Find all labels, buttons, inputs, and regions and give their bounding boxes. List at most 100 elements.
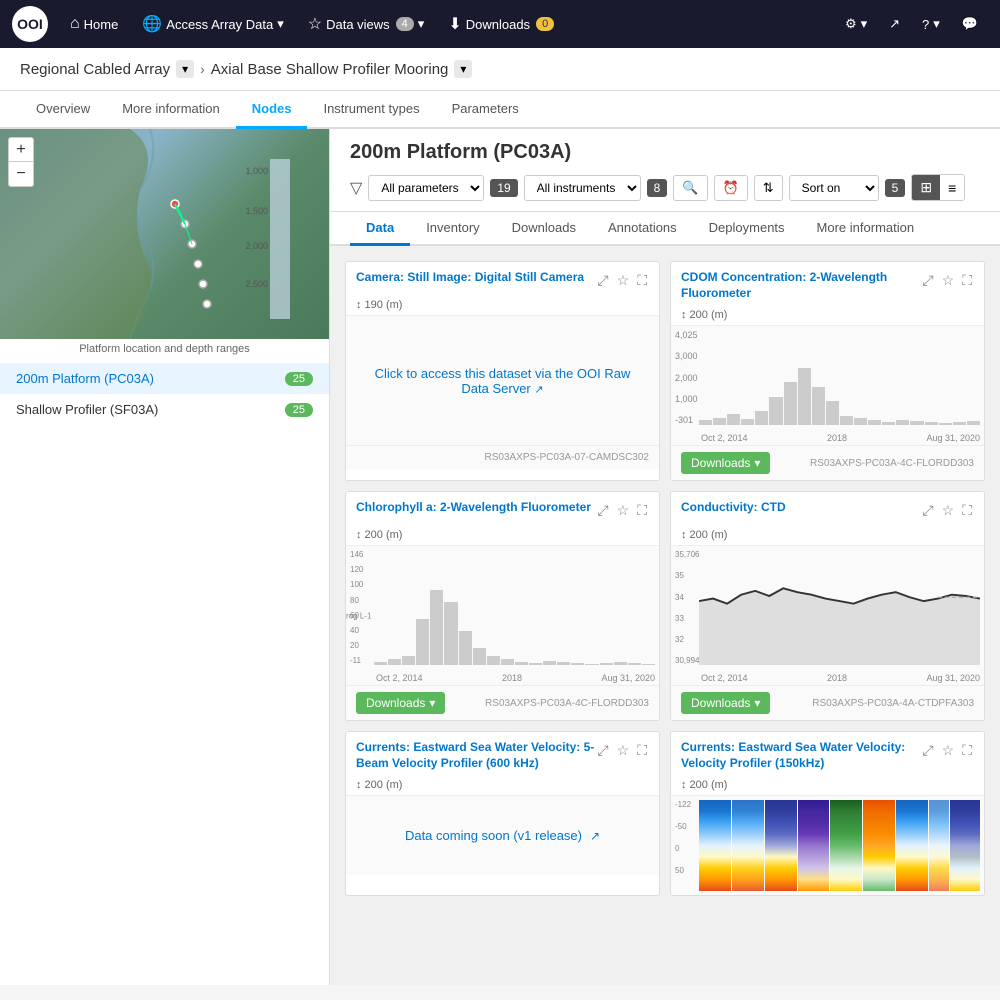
chart-x-axis-cdom: Oct 2, 2014 2018 Aug 31, 2020 (701, 433, 980, 443)
chevron-down-icon-4: ▾ (933, 16, 940, 32)
dataset-footer-camera: RS03AXPS-PC03A-07-CAMDSC302 (346, 445, 659, 469)
chevron-down-icon: ▾ (277, 16, 284, 32)
star-icon: ☆ (308, 14, 322, 34)
dataset-actions-chlorophyll: ⤢ ☆ ⛶ (595, 500, 649, 521)
chart-x-axis-chlorophyll: Oct 2, 2014 2018 Aug 31, 2020 (376, 673, 655, 683)
depth-icon-ctd: ↕ (681, 529, 687, 541)
map-caption: Platform location and depth ranges (0, 339, 329, 359)
platform-name-sf03a: Shallow Profiler (SF03A) (16, 402, 158, 417)
depth-label-cdom: ↕ 200 (m) (671, 309, 984, 325)
dataset-link-camera[interactable]: Click to access this dataset via the OOI… (346, 315, 659, 445)
grid-view-btn[interactable]: ⊞ (912, 175, 940, 200)
content-tab-annotations[interactable]: Annotations (592, 212, 693, 246)
content-tab-data[interactable]: Data (350, 212, 410, 246)
instruments-filter[interactable]: All instruments (524, 175, 641, 201)
dataset-title-cdom: CDOM Concentration: 2-Wavelength Fluorom… (681, 270, 920, 301)
gear-icon: ⚙ (845, 16, 857, 32)
nav-downloads[interactable]: ⬇ Downloads 0 (438, 8, 564, 40)
content-tab-downloads[interactable]: Downloads (496, 212, 592, 246)
map-background: 1,000 1,500 2,000 2,500 (0, 129, 329, 339)
map-zoom-out[interactable]: − (9, 162, 33, 186)
expand-btn-currents-150[interactable]: ⤢ (920, 740, 935, 761)
svg-text:1,500: 1,500 (245, 206, 268, 216)
map-zoom-in[interactable]: + (9, 138, 33, 162)
nav-help[interactable]: ? ▾ (912, 10, 950, 38)
chart-y-axis-currents-150: -122 -50 0 50 (675, 800, 691, 875)
filter-icon: ▽ (350, 178, 362, 198)
tab-more-information[interactable]: More information (106, 91, 236, 129)
content-tab-more-info[interactable]: More information (801, 212, 931, 246)
depth-label-currents-5beam: ↕ 200 (m) (346, 779, 659, 795)
fullscreen-btn-chlorophyll[interactable]: ⛶ (635, 500, 649, 521)
tab-instrument-types[interactable]: Instrument types (307, 91, 435, 129)
chevron-down-icon-chlorophyll: ▾ (429, 696, 435, 710)
expand-btn-cdom[interactable]: ⤢ (920, 270, 935, 291)
dataset-actions-currents-5beam: ⤢ ☆ ⛶ (595, 740, 649, 761)
expand-btn-chlorophyll[interactable]: ⤢ (595, 500, 610, 521)
chart-y-axis-ctd: 35,706 35 34 33 32 30,994 (675, 550, 699, 665)
nav-share[interactable]: ↗ (879, 10, 910, 38)
fullscreen-btn-currents-150[interactable]: ⛶ (960, 740, 974, 761)
nav-settings[interactable]: ⚙ ▾ (835, 10, 877, 38)
tab-overview[interactable]: Overview (20, 91, 106, 129)
expand-btn-ctd[interactable]: ⤢ (920, 500, 935, 521)
content-tab-deployments[interactable]: Deployments (693, 212, 801, 246)
time-button[interactable]: ⏰ (714, 175, 748, 201)
depth-label-camera: ↕ 190 (m) (346, 299, 659, 315)
dataset-card-chlorophyll: Chlorophyll a: 2-Wavelength Fluorometer … (345, 491, 660, 721)
dataset-card-currents-150: Currents: Eastward Sea Water Velocity: V… (670, 731, 985, 896)
star-btn-currents-5beam[interactable]: ☆ (615, 740, 632, 761)
dataset-title-chlorophyll: Chlorophyll a: 2-Wavelength Fluorometer (356, 500, 595, 516)
dataset-footer-chlorophyll: Downloads ▾ RS03AXPS-PC03A-4C-FLORDD303 (346, 685, 659, 720)
nav-home[interactable]: ⌂ Home (60, 9, 128, 39)
platform-item-sf03a[interactable]: Shallow Profiler (SF03A) 25 (0, 394, 329, 425)
star-btn-chlorophyll[interactable]: ☆ (615, 500, 632, 521)
platform-item-pc03a[interactable]: 200m Platform (PC03A) 25 (0, 363, 329, 394)
tab-nodes[interactable]: Nodes (236, 91, 308, 129)
dataset-card-header-ctd: Conductivity: CTD ⤢ ☆ ⛶ (671, 492, 984, 529)
downloads-btn-ctd[interactable]: Downloads ▾ (681, 692, 770, 714)
nav-access-array-data[interactable]: 🌐 Access Array Data ▾ (132, 8, 293, 40)
sort-button[interactable]: ⇅ (754, 175, 783, 201)
expand-btn-currents-5beam[interactable]: ⤢ (595, 740, 610, 761)
fullscreen-btn-cdom[interactable]: ⛶ (960, 270, 974, 291)
search-button[interactable]: 🔍 (673, 175, 707, 201)
breadcrumb-child-dropdown[interactable]: ▾ (454, 60, 472, 78)
breadcrumb-parent-dropdown[interactable]: ▾ (176, 60, 194, 78)
list-view-btn[interactable]: ≡ (940, 175, 964, 200)
content-tab-inventory[interactable]: Inventory (410, 212, 495, 246)
tab-parameters[interactable]: Parameters (436, 91, 535, 129)
nav-data-views[interactable]: ☆ Data views 4 ▾ (298, 8, 435, 40)
svg-text:2,000: 2,000 (245, 241, 268, 251)
sort-select[interactable]: Sort on (789, 175, 879, 201)
star-btn-currents-150[interactable]: ☆ (940, 740, 957, 761)
depth-icon-currents-5beam: ↕ (356, 779, 362, 791)
downloads-btn-chlorophyll[interactable]: Downloads ▾ (356, 692, 445, 714)
fullscreen-btn-ctd[interactable]: ⛶ (960, 500, 974, 521)
fullscreen-btn-camera[interactable]: ⛶ (635, 270, 649, 291)
filter-bar: ▽ All parameters 19 All instruments 8 🔍 … (350, 174, 980, 211)
nav-chat[interactable]: 💬 (952, 10, 988, 38)
dataset-title-ctd: Conductivity: CTD (681, 500, 920, 516)
sort-count-badge: 5 (885, 179, 906, 197)
params-filter[interactable]: All parameters (368, 175, 484, 201)
chat-icon: 💬 (962, 16, 978, 32)
star-btn-camera[interactable]: ☆ (615, 270, 632, 291)
view-toggle: ⊞ ≡ (911, 174, 965, 201)
dataset-card-header-cdom: CDOM Concentration: 2-Wavelength Fluorom… (671, 262, 984, 309)
dataset-grid: Camera: Still Image: Digital Still Camer… (330, 246, 1000, 911)
star-btn-cdom[interactable]: ☆ (940, 270, 957, 291)
app-logo[interactable]: OOI (12, 6, 48, 42)
dataset-footer-ctd: Downloads ▾ RS03AXPS-PC03A-4A-CTDPFA303 (671, 685, 984, 720)
depth-label-currents-150: ↕ 200 (m) (671, 779, 984, 795)
star-btn-ctd[interactable]: ☆ (940, 500, 957, 521)
fullscreen-btn-currents-5beam[interactable]: ⛶ (635, 740, 649, 761)
depth-icon-chlorophyll: ↕ (356, 529, 362, 541)
breadcrumb-separator: › (200, 61, 205, 77)
expand-btn-camera[interactable]: ⤢ (595, 270, 610, 291)
breadcrumb-parent[interactable]: Regional Cabled Array (20, 61, 170, 78)
downloads-btn-cdom[interactable]: Downloads ▾ (681, 452, 770, 474)
help-icon: ? (922, 17, 929, 32)
svg-text:2,500: 2,500 (245, 279, 268, 289)
dataset-card-header-currents-150: Currents: Eastward Sea Water Velocity: V… (671, 732, 984, 779)
